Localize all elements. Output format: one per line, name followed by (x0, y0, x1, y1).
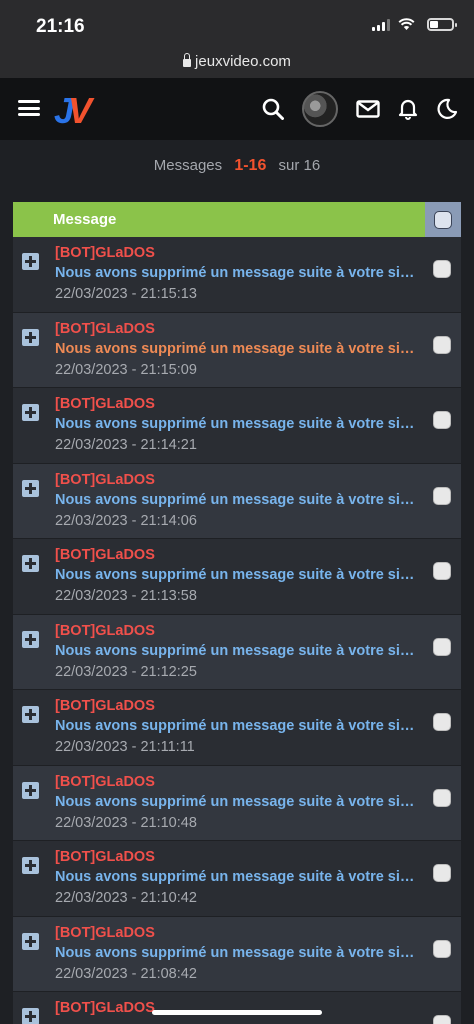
table-row[interactable]: [BOT]GLaDOS Nous avons supprimé un messag… (13, 690, 461, 766)
table-body: [BOT]GLaDOS Nous avons supprimé un messag… (13, 237, 461, 1024)
select-all-checkbox[interactable] (434, 210, 452, 229)
select-all-cell (425, 202, 461, 237)
header-actions (262, 78, 458, 140)
message-author[interactable]: [BOT]GLaDOS (55, 547, 155, 563)
message-author[interactable]: [BOT]GLaDOS (55, 396, 155, 412)
row-checkbox[interactable] (433, 486, 451, 505)
row-checkbox[interactable] (433, 939, 451, 958)
lock-icon (183, 53, 192, 67)
message-date: 22/03/2023 - 21:14:21 (55, 437, 197, 453)
signal-icon (372, 18, 390, 31)
row-checkbox[interactable] (433, 788, 451, 807)
row-checkbox[interactable] (433, 1015, 451, 1024)
table-row[interactable]: [BOT]GLaDOS Nous avons supprimé un messag… (13, 614, 461, 690)
table-row[interactable]: [BOT]GLaDOS Nous avons supprimé un messag… (13, 539, 461, 615)
table-row[interactable]: [BOT]GLaDOS Nous avons supprimé un messag… (13, 765, 461, 841)
expand-icon[interactable] (22, 932, 39, 950)
row-checkbox[interactable] (433, 411, 451, 429)
column-header-message: Message (53, 211, 117, 228)
expand-icon[interactable] (22, 857, 39, 874)
logo-letter-v: V (68, 90, 92, 131)
menu-icon[interactable] (18, 100, 40, 116)
bell-icon[interactable] (398, 98, 418, 120)
table-row[interactable]: [BOT]GLaDOS Nous avons supprimé un messag… (13, 916, 461, 992)
message-subject[interactable]: Nous avons supprimé un message suite à v… (55, 567, 417, 583)
message-date: 22/03/2023 - 21:11:11 (55, 739, 195, 755)
row-checkbox[interactable] (433, 713, 451, 731)
message-author[interactable]: [BOT]GLaDOS (55, 925, 155, 941)
message-author[interactable]: [BOT]GLaDOS (55, 245, 155, 261)
status-icons (372, 18, 457, 31)
table-header: Message (13, 202, 461, 237)
message-subject[interactable]: Nous avons supprimé un message suite à v… (55, 794, 417, 810)
message-author[interactable]: [BOT]GLaDOS (55, 774, 155, 790)
site-header: JV (0, 78, 474, 140)
row-checkbox[interactable] (433, 562, 451, 580)
table-row[interactable]: [BOT]GLaDOS Nous avons supprimé un messag… (13, 312, 461, 388)
table-row[interactable]: [BOT]GLaDOS Nous avons supprimé un messag… (13, 237, 461, 313)
expand-icon[interactable] (22, 328, 39, 346)
moon-icon[interactable] (436, 98, 458, 120)
battery-icon (427, 18, 457, 31)
message-subject[interactable]: Nous avons supprimé un message suite à v… (55, 718, 417, 734)
message-subject[interactable]: Nous avons supprimé un message suite à v… (55, 265, 417, 281)
pagination: Messages 1-16 sur 16 (0, 157, 474, 181)
message-author[interactable]: [BOT]GLaDOS (55, 1000, 155, 1016)
message-author[interactable]: [BOT]GLaDOS (55, 698, 155, 714)
message-subject[interactable]: Nous avons supprimé un message suite à v… (55, 643, 417, 659)
message-date: 22/03/2023 - 21:15:09 (55, 361, 197, 378)
row-checkbox[interactable] (433, 637, 451, 656)
message-subject[interactable]: Nous avons supprimé un message suite à v… (55, 492, 417, 508)
table-row[interactable]: [BOT]GLaDOS Nous avons supprimé un messag… (13, 463, 461, 539)
message-date: 22/03/2023 - 21:13:58 (55, 588, 197, 604)
expand-icon[interactable] (22, 555, 39, 572)
message-date: 22/03/2023 - 21:14:06 (55, 512, 197, 529)
table-row[interactable]: [BOT]GLaDOS (13, 992, 461, 1024)
expand-icon[interactable] (22, 404, 39, 421)
logo-letter-j: J (54, 90, 74, 131)
message-date: 22/03/2023 - 21:08:42 (55, 965, 197, 982)
pager-prefix: Messages (153, 157, 223, 174)
expand-icon[interactable] (22, 253, 39, 270)
site-logo[interactable]: JV (54, 90, 92, 132)
mail-icon[interactable] (356, 100, 380, 118)
row-checkbox[interactable] (433, 864, 451, 882)
messages-table: Message [BOT]GLaDOS Nous avons supprimé u… (13, 202, 461, 1024)
row-checkbox[interactable] (433, 335, 451, 354)
expand-icon[interactable] (22, 1008, 39, 1024)
row-checkbox[interactable] (433, 260, 451, 278)
pager-range[interactable]: 1-16 (234, 157, 266, 174)
message-author[interactable]: [BOT]GLaDOS (55, 472, 155, 488)
table-row[interactable]: [BOT]GLaDOS Nous avons supprimé un messag… (13, 388, 461, 464)
status-bar: 21:16 (0, 0, 474, 44)
message-date: 22/03/2023 - 21:10:42 (55, 890, 197, 906)
search-icon[interactable] (262, 98, 284, 120)
wifi-icon (398, 18, 415, 30)
message-author[interactable]: [BOT]GLaDOS (55, 623, 155, 639)
url-bar[interactable]: jeuxvideo.com (0, 44, 474, 78)
message-date: 22/03/2023 - 21:12:25 (55, 663, 197, 680)
expand-icon[interactable] (22, 479, 39, 497)
avatar[interactable] (302, 91, 338, 127)
message-subject[interactable]: Nous avons supprimé un message suite à v… (55, 945, 417, 961)
home-indicator (152, 1010, 322, 1015)
table-row[interactable]: [BOT]GLaDOS Nous avons supprimé un messag… (13, 841, 461, 917)
expand-icon[interactable] (22, 781, 39, 799)
message-author[interactable]: [BOT]GLaDOS (55, 321, 155, 337)
expand-icon[interactable] (22, 630, 39, 648)
message-subject[interactable]: Nous avons supprimé un message suite à v… (55, 416, 417, 432)
expand-icon[interactable] (22, 706, 39, 723)
status-time: 21:16 (36, 16, 85, 37)
message-date: 22/03/2023 - 21:15:13 (55, 286, 197, 302)
message-subject[interactable]: Nous avons supprimé un message suite à v… (55, 869, 417, 885)
url-text: jeuxvideo.com (195, 52, 291, 70)
pager-suffix: sur 16 (278, 157, 321, 174)
message-author[interactable]: [BOT]GLaDOS (55, 849, 155, 865)
message-subject[interactable]: Nous avons supprimé un message suite à v… (55, 341, 417, 357)
message-date: 22/03/2023 - 21:10:48 (55, 814, 197, 831)
